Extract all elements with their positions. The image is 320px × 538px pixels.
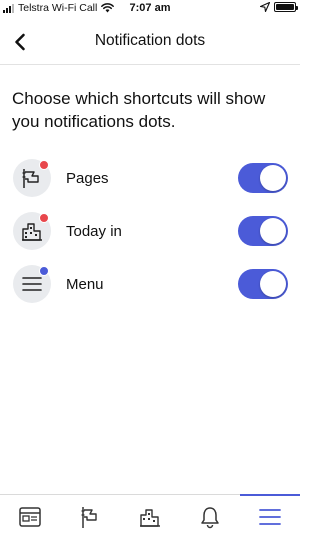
city-icon [140,509,160,527]
hamburger-menu-icon [259,509,281,525]
setting-label: Today in [66,222,122,240]
tab-menu[interactable] [240,494,300,538]
notification-dot [39,160,49,170]
toggle-knob [260,218,286,244]
tab-today-in[interactable] [120,495,180,538]
toggle-knob [260,165,286,191]
pages-icon-circle [13,159,51,197]
today-in-icon-circle [13,212,51,250]
notification-dot [39,266,49,276]
tab-pages[interactable] [60,495,120,538]
hamburger-menu-icon [22,277,42,291]
setting-row-today-in: Today in [0,208,300,254]
location-arrow-icon [260,2,270,12]
pages-toggle[interactable] [238,163,288,193]
tab-news-feed[interactable] [0,495,60,538]
header: Notification dots [0,17,300,65]
city-icon [22,223,42,241]
bell-icon [201,507,219,529]
tab-notifications[interactable] [180,495,240,538]
menu-toggle[interactable] [238,269,288,299]
setting-row-pages: Pages [0,155,300,201]
menu-icon-circle [13,265,51,303]
toggle-knob [260,271,286,297]
news-feed-icon [19,507,41,527]
battery-icon [274,2,298,12]
status-right [260,2,298,12]
notification-dot [39,213,49,223]
setting-label: Menu [66,275,104,293]
description-text: Choose which shortcuts will show you not… [12,89,266,131]
setting-row-menu: Menu [0,261,300,307]
flag-icon [81,507,97,528]
bottom-tab-bar [0,494,300,538]
setting-label: Pages [66,169,109,187]
status-bar: Telstra Wi-Fi Call 7:07 am [0,0,300,17]
today-in-toggle[interactable] [238,216,288,246]
flag-icon [22,169,39,188]
page-title: Notification dots [94,32,206,49]
status-time: 7:07 am [129,2,171,14]
